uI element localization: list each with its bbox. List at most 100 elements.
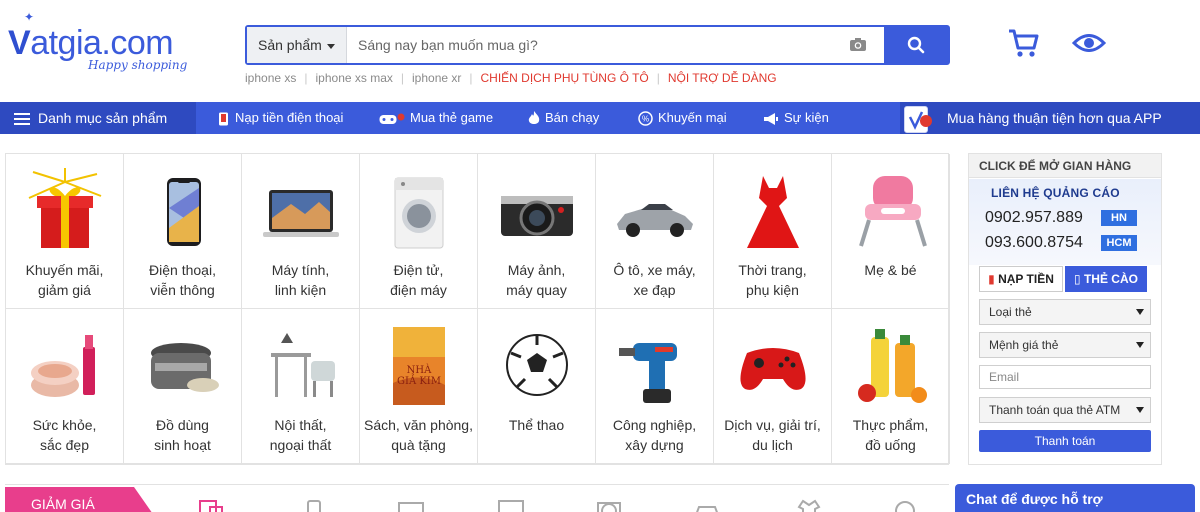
search-button[interactable] bbox=[884, 27, 948, 63]
category-mom-baby[interactable]: Mẹ & bé bbox=[832, 154, 950, 309]
ad-phone-hn: 0902.957.889 bbox=[985, 209, 1083, 226]
eye-icon[interactable] bbox=[1072, 32, 1106, 54]
category-label: Sách, văn phòng, bbox=[364, 417, 473, 433]
category-menu-button[interactable]: Danh mục sản phẩm bbox=[0, 102, 196, 134]
category-label: sinh hoạt bbox=[154, 437, 211, 453]
category-household[interactable]: Đồ dùng sinh hoạt bbox=[124, 309, 242, 464]
laptop-icon bbox=[263, 190, 339, 237]
support-chat-button[interactable]: Chat để được hỗ trợ bbox=[955, 484, 1195, 512]
suggestion-link[interactable]: iphone xs max bbox=[316, 71, 393, 85]
category-furniture[interactable]: Nội thất, ngoại thất bbox=[242, 309, 360, 464]
tab-scratch-card-label: THẺ CÀO bbox=[1083, 272, 1138, 286]
cart-icon[interactable] bbox=[1008, 28, 1040, 58]
discount-tab[interactable]: GIẢM GIÁ bbox=[5, 487, 155, 512]
ad-phone-hcm: 093.600.8754 bbox=[985, 234, 1083, 251]
category-label: Thực phẩm, bbox=[852, 417, 929, 433]
washing-machine-icon bbox=[394, 177, 444, 249]
nav-item-game-card[interactable]: Mua thẻ game bbox=[379, 102, 493, 134]
app-promo-button[interactable]: Mua hàng thuận tiện hơn qua APP bbox=[900, 102, 1200, 134]
category-promotion[interactable]: Khuyến mãi, giảm giá bbox=[6, 154, 124, 309]
appliance-category-icon[interactable] bbox=[497, 497, 525, 512]
category-label: đồ uống bbox=[865, 437, 916, 453]
drill-icon bbox=[619, 343, 677, 403]
juice-icon bbox=[858, 329, 927, 403]
baby-category-icon[interactable] bbox=[891, 497, 919, 512]
category-health-beauty[interactable]: Sức khỏe, sắc đẹp bbox=[6, 309, 124, 464]
tab-scratch-card[interactable]: ▯ THẺ CÀO bbox=[1065, 266, 1147, 292]
category-label: Công nghiệp, bbox=[612, 417, 697, 433]
nav-item-best-seller[interactable]: Bán chạy bbox=[528, 102, 599, 134]
suggestion-link[interactable]: iphone xs bbox=[245, 71, 296, 85]
nav-item-promotion[interactable]: % Khuyến mại bbox=[638, 102, 727, 134]
dropdown-arrow-icon bbox=[1136, 309, 1144, 315]
category-label: Ô tô, xe máy, bbox=[613, 262, 696, 278]
ad-contact-box: LIÊN HỆ QUẢNG CÁO 0902.957.889 HN 093.60… bbox=[969, 179, 1161, 265]
card-value-select[interactable]: Mệnh giá thẻ bbox=[979, 332, 1151, 358]
category-menu-label: Danh mục sản phẩm bbox=[38, 110, 168, 126]
open-shop-link[interactable]: CLICK ĐỂ MỞ GIAN HÀNG bbox=[969, 154, 1161, 178]
app-promo-label: Mua hàng thuận tiện hơn qua APP bbox=[947, 110, 1162, 126]
category-label: điện máy bbox=[390, 282, 447, 298]
category-industry[interactable]: Công nghiệp, xây dựng bbox=[596, 309, 714, 464]
category-sports[interactable]: Thể thao bbox=[478, 309, 596, 464]
hamburger-icon bbox=[14, 110, 30, 128]
suggestion-link[interactable]: NỘI TRỢ DỄ DÀNG bbox=[668, 71, 777, 85]
search-category-dropdown[interactable]: Sản phẩm bbox=[247, 27, 347, 63]
phone-category-icon[interactable] bbox=[300, 497, 328, 512]
nav-item-topup[interactable]: Nạp tiền điện thoại bbox=[218, 102, 343, 134]
category-label: Điện thoại, bbox=[149, 262, 216, 278]
laptop-category-icon[interactable] bbox=[397, 497, 425, 512]
payment-method-select[interactable]: Thanh toán qua thẻ ATM bbox=[979, 397, 1151, 423]
svg-text:%: % bbox=[642, 115, 649, 124]
camera-category-icon[interactable] bbox=[595, 497, 623, 512]
header: ✦ Vatgia.com Happy shopping Sản phẩm iph… bbox=[0, 0, 1200, 102]
category-vehicles[interactable]: Ô tô, xe máy, xe đạp bbox=[596, 154, 714, 309]
category-label: viễn thông bbox=[150, 282, 215, 298]
search-input[interactable] bbox=[347, 27, 847, 63]
vatgia-logo[interactable]: ✦ Vatgia.com Happy shopping bbox=[8, 10, 198, 80]
phone-topup-icon bbox=[219, 112, 228, 126]
cosmetics-icon bbox=[31, 335, 95, 397]
fire-icon bbox=[528, 111, 540, 125]
category-food-drink[interactable]: Thực phẩm, đồ uống bbox=[832, 309, 950, 464]
card-type-select[interactable]: Loại thẻ bbox=[979, 299, 1151, 325]
category-computers[interactable]: Máy tính, linh kiện bbox=[242, 154, 360, 309]
category-label: giảm giá bbox=[38, 282, 91, 298]
promo-category-icon[interactable] bbox=[198, 497, 226, 512]
category-cameras[interactable]: Máy ảnh, máy quay bbox=[478, 154, 596, 309]
category-label: phụ kiện bbox=[746, 282, 799, 298]
search-suggestions: iphone xs | iphone xs max | iphone xr | CHIẾN … bbox=[245, 71, 777, 85]
topup-tabs: ▮ NẠP TIỀN ▯ THẺ CÀO bbox=[979, 266, 1151, 292]
ad-heading: LIÊN HỆ QUẢNG CÁO bbox=[991, 186, 1120, 200]
car-icon bbox=[617, 204, 693, 237]
fashion-category-icon[interactable] bbox=[795, 497, 823, 512]
tab-topup[interactable]: ▮ NẠP TIỀN bbox=[979, 266, 1063, 292]
camera-icon[interactable] bbox=[849, 37, 867, 52]
category-label: Thời trang, bbox=[738, 262, 807, 278]
category-services[interactable]: Dịch vụ, giải trí, du lịch bbox=[714, 309, 832, 464]
scratch-card-phone-icon: ▯ bbox=[1074, 272, 1081, 286]
nav-item-events[interactable]: Sự kiện bbox=[763, 102, 829, 134]
category-phones[interactable]: Điện thoại, viễn thông bbox=[124, 154, 242, 309]
category-books[interactable]: NHÀ GIẢ KIM Sách, văn phòng, quà tặng bbox=[360, 309, 478, 464]
ad-tag-hn: HN bbox=[1101, 210, 1137, 226]
email-field[interactable] bbox=[979, 365, 1151, 389]
category-label: Đồ dùng bbox=[156, 417, 209, 433]
suggestion-link[interactable]: CHIẾN DỊCH PHỤ TÙNG Ô TÔ bbox=[481, 71, 649, 85]
category-label: Nội thất, bbox=[274, 417, 327, 433]
suggestion-link[interactable]: iphone xr bbox=[412, 71, 461, 85]
category-label: ngoại thất bbox=[269, 437, 332, 453]
category-fashion[interactable]: Thời trang, phụ kiện bbox=[714, 154, 832, 309]
tab-topup-label: NẠP TIỀN bbox=[998, 272, 1054, 286]
caret-down-icon bbox=[326, 43, 335, 49]
furniture-icon bbox=[271, 333, 335, 397]
category-grid: Khuyến mãi, giảm giá Điện thoại, viễn thôn… bbox=[5, 153, 950, 465]
car-category-icon[interactable] bbox=[693, 497, 721, 512]
search-icon bbox=[907, 36, 925, 54]
category-label: Điện tử, bbox=[393, 262, 444, 278]
book-cover-title: NHÀ bbox=[407, 364, 432, 376]
pay-button[interactable]: Thanh toán bbox=[979, 430, 1151, 452]
category-label: Thể thao bbox=[508, 417, 565, 433]
ad-tag-hcm: HCM bbox=[1101, 235, 1137, 251]
category-electronics[interactable]: Điện tử, điện máy bbox=[360, 154, 478, 309]
